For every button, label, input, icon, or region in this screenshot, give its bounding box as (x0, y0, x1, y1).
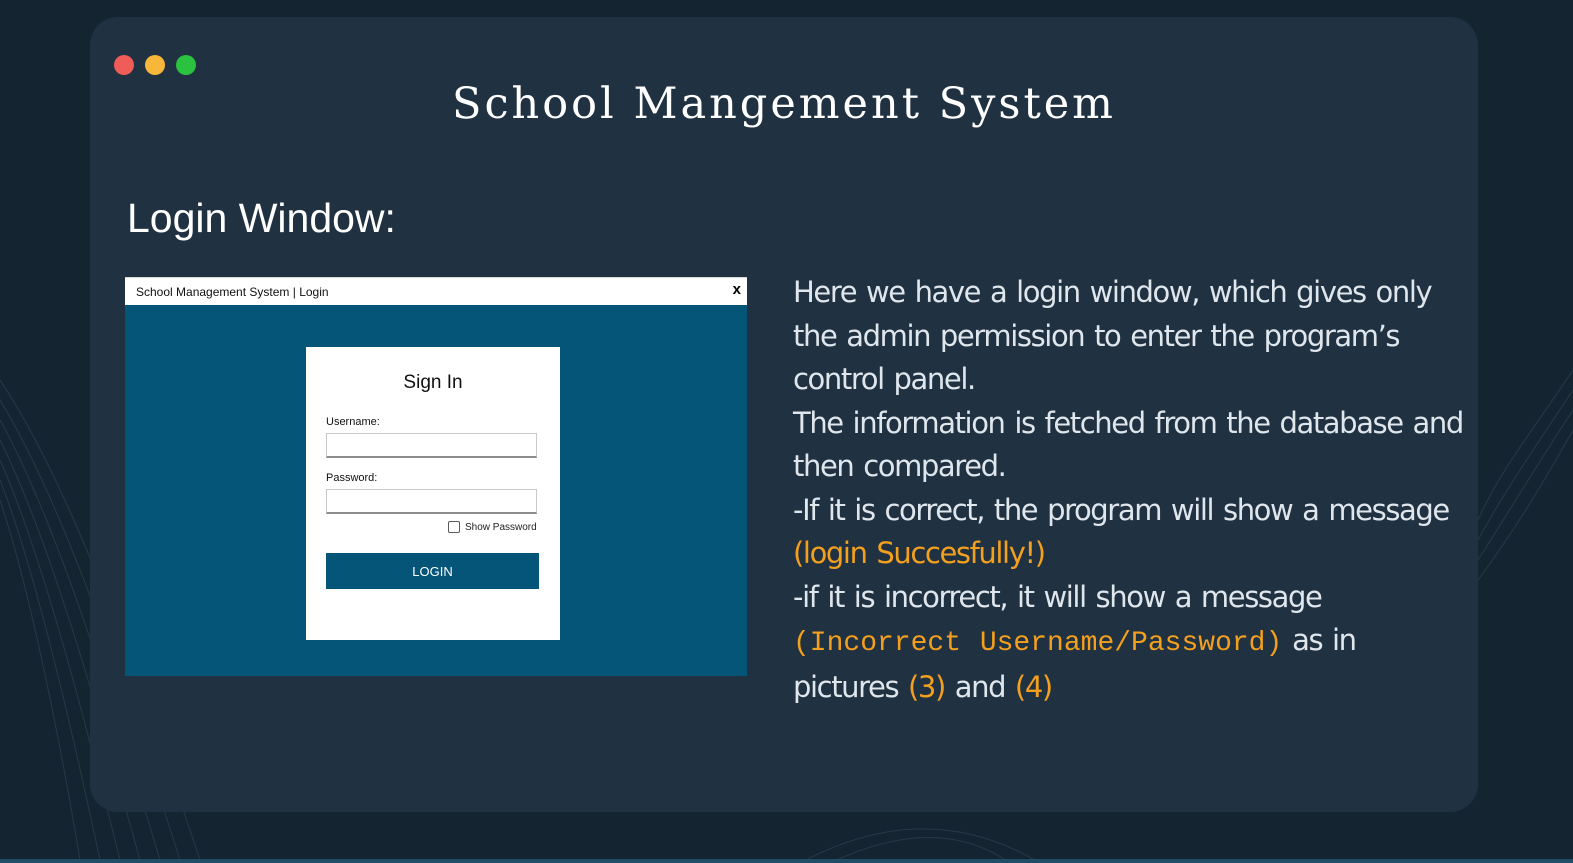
login-window-screenshot: School Management System | Login x Sign … (125, 277, 747, 676)
description-text: Here we have a login window, which gives… (793, 271, 1464, 709)
slide-card: School Mangement System Login Window: Sc… (90, 17, 1478, 812)
description-fetch: The information is fetched from the data… (793, 405, 1464, 484)
slide-title: School Mangement System (452, 79, 1116, 129)
password-label: Password: (326, 472, 378, 484)
login-window-title: School Management System | Login (136, 285, 329, 299)
login-button[interactable]: LOGIN (326, 553, 539, 589)
login-form-panel: Sign In Username: Password: Show Passwor… (306, 347, 560, 640)
description-intro: Here we have a login window, which gives… (793, 275, 1433, 396)
description-and: and (944, 669, 1015, 704)
picture-reference-3: (3) (908, 669, 946, 704)
show-password-label: Show Password (465, 521, 537, 533)
show-password-checkbox[interactable] (448, 521, 460, 533)
username-input[interactable] (326, 433, 537, 458)
success-message: (login Succesfully!) (793, 536, 1046, 570)
show-password-toggle[interactable]: Show Password (448, 521, 537, 533)
sign-in-heading: Sign In (403, 372, 463, 393)
description-correct-case: -If it is correct, the program will show… (793, 492, 1450, 527)
close-dot-icon[interactable] (114, 55, 134, 75)
description-incorrect-case: -if it is incorrect, it will show a mess… (793, 579, 1323, 614)
section-heading: Login Window: (127, 195, 396, 241)
error-message: (Incorrect Username/Password) (793, 628, 1283, 659)
login-window-titlebar: School Management System | Login x (125, 277, 747, 305)
maximize-dot-icon[interactable] (176, 55, 196, 75)
picture-reference-4: (4) (1014, 669, 1053, 704)
username-label: Username: (326, 416, 380, 428)
password-input[interactable] (326, 489, 537, 514)
minimize-dot-icon[interactable] (145, 55, 165, 75)
close-icon[interactable]: x (733, 281, 741, 299)
bottom-accent-strip (0, 859, 1573, 863)
